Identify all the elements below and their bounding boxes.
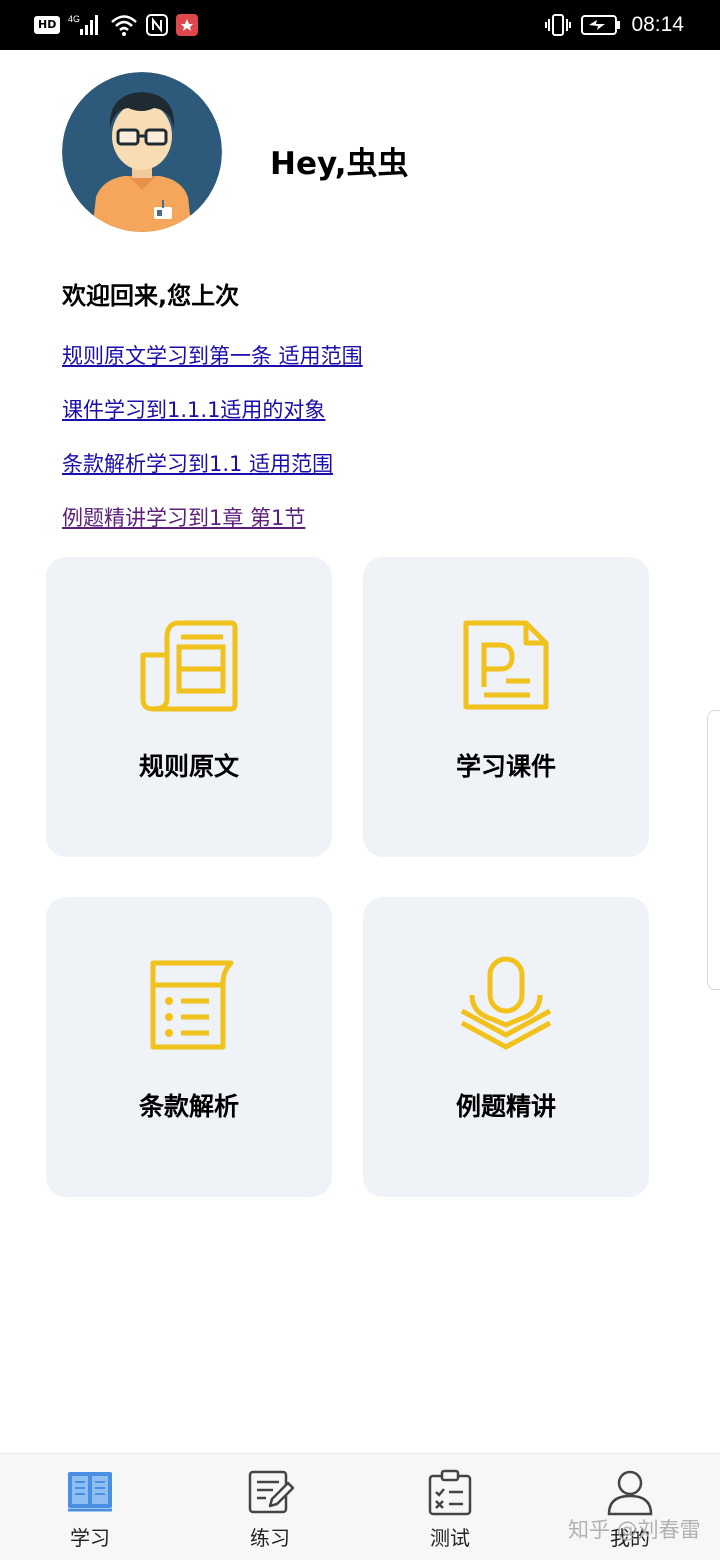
edge-swipe-handle[interactable] [707,710,720,990]
tab-study[interactable]: 学习 [30,1454,150,1560]
list-document-icon [150,960,234,1050]
resume-link-rules[interactable]: 规则原文学习到第一条 适用范围 [62,340,363,370]
wifi-icon [111,15,138,36]
edit-note-icon [248,1470,294,1514]
app-notification-icon [176,14,199,36]
module-card-examples[interactable]: 例题精讲 [363,897,649,1197]
clipboard-check-icon [428,1469,472,1516]
resume-link-courseware[interactable]: 课件学习到1.1.1适用的对象 [62,394,325,424]
status-bar-right: 08:14 [545,12,684,38]
hd-badge: HD [34,16,61,34]
user-greeting: Hey,虫虫 [270,146,409,182]
module-label: 学习课件 [455,752,556,781]
nfc-icon [146,14,169,36]
resume-link-examples[interactable]: 例题精讲学习到1章 第1节 [62,502,305,532]
status-bar-left: HD 4G [34,12,199,38]
resume-link-clause-analysis[interactable]: 条款解析学习到1.1 适用范围 [62,448,333,478]
avatar[interactable] [62,72,222,232]
tab-label: 学习 [70,1526,110,1550]
ppt-file-icon [463,620,549,710]
tab-label: 练习 [250,1526,290,1550]
tab-test[interactable]: 测试 [390,1454,510,1560]
signal-icon: 4G [68,14,99,35]
microphone-layers-icon [460,956,552,1050]
tab-practice[interactable]: 练习 [210,1454,330,1560]
newspaper-icon [140,620,238,712]
watermark: 知乎 @刘春雷 [568,1518,701,1542]
module-label: 例题精讲 [455,1092,556,1121]
tab-label: 测试 [430,1526,470,1550]
battery-icon [581,15,621,35]
module-card-rules[interactable]: 规则原文 [46,557,332,857]
book-icon [68,1472,112,1512]
clock: 08:14 [631,13,684,36]
module-card-clause-analysis[interactable]: 条款解析 [46,897,332,1197]
vibrate-icon [545,14,572,36]
welcome-title: 欢迎回来,您上次 [62,282,240,310]
module-card-courseware[interactable]: 学习课件 [363,557,649,857]
user-avatar-icon [62,72,222,232]
module-label: 规则原文 [138,752,239,781]
status-bar: HD 4G 08:14 [0,0,720,50]
network-label: 4G [68,14,80,24]
module-label: 条款解析 [138,1092,239,1121]
person-icon [607,1470,653,1516]
tab-mine[interactable]: 我的 [570,1454,690,1560]
